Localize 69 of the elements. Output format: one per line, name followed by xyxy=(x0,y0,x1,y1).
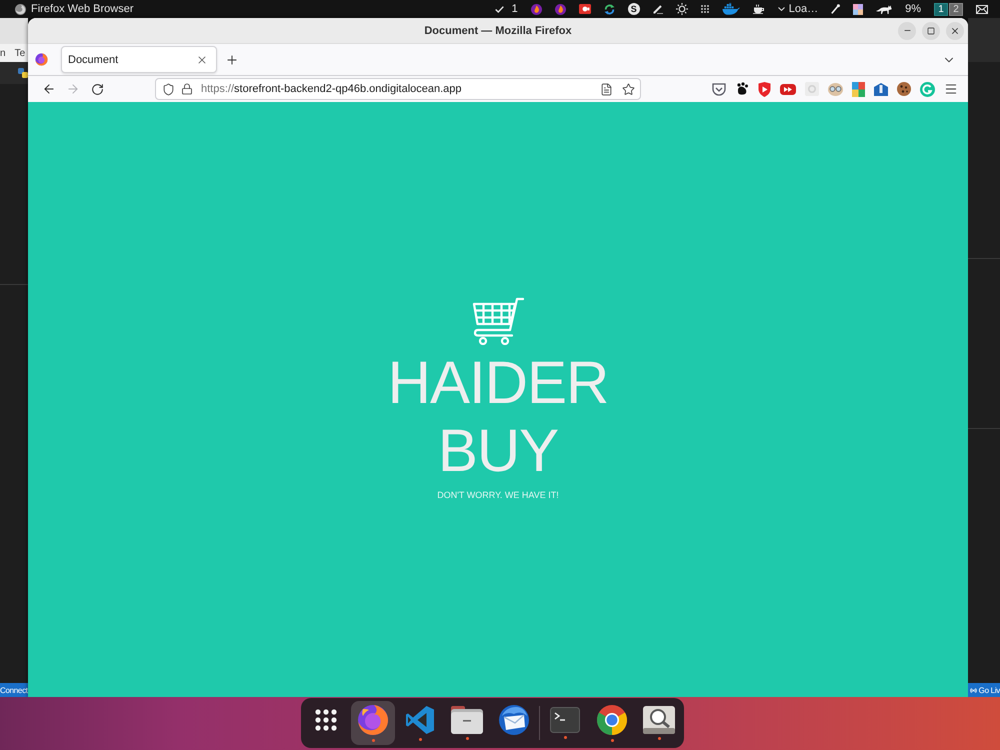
cat-icon[interactable] xyxy=(876,4,892,14)
tagline-text: DON'T WORRY. WE HAVE IT! xyxy=(437,490,559,500)
fast-forward-icon[interactable] xyxy=(780,84,796,94)
status-text[interactable]: Connect xyxy=(0,686,28,694)
close-button[interactable] xyxy=(946,22,964,40)
ring-tile-icon[interactable] xyxy=(805,82,819,96)
app-logo-icon[interactable] xyxy=(15,4,26,14)
folder-icon xyxy=(451,706,483,734)
arrow-left-icon[interactable] xyxy=(42,82,56,96)
flame-circle-icon[interactable] xyxy=(530,4,542,14)
colored-ring-icon xyxy=(596,704,628,736)
url-text: https://storefront-backend2-qp46b.ondigitalocean.app xyxy=(201,83,462,95)
mail-globe-icon xyxy=(498,704,530,736)
star-icon[interactable] xyxy=(622,82,635,96)
rounded-shield-icon[interactable] xyxy=(712,82,726,96)
menu-icon[interactable] xyxy=(944,82,958,96)
window-header xyxy=(968,18,1000,62)
glasses-icon[interactable] xyxy=(828,82,843,96)
status-text[interactable]: Go Liv xyxy=(978,686,1000,694)
video-camera-icon[interactable] xyxy=(578,4,591,14)
paw-icon[interactable] xyxy=(735,82,749,96)
close-icon xyxy=(950,26,960,36)
workspace-button[interactable]: 2 xyxy=(949,2,963,16)
address-bar[interactable]: https://storefront-backend2-qp46b.ondigitalocean.app xyxy=(155,78,641,100)
plus-icon[interactable] xyxy=(225,52,239,66)
brightness-icon[interactable] xyxy=(676,3,688,15)
checkmark-icon[interactable] xyxy=(494,6,504,12)
cookie-icon[interactable] xyxy=(897,82,911,96)
play-shield-icon[interactable] xyxy=(758,82,771,96)
app-name[interactable]: Firefox Web Browser xyxy=(31,3,134,15)
flame-globe-icon xyxy=(357,704,389,736)
app-grid-icon xyxy=(315,709,337,731)
whale-icon[interactable] xyxy=(722,3,740,15)
flame-globe-icon[interactable] xyxy=(35,53,48,66)
magnifier-icon xyxy=(643,706,675,734)
pen-icon[interactable] xyxy=(652,4,663,14)
maximize-button[interactable] xyxy=(922,22,940,40)
broadcast-icon[interactable] xyxy=(970,686,977,694)
percent-reading: 9% xyxy=(905,3,921,15)
menu-item[interactable]: n xyxy=(0,48,6,58)
tray-indicator[interactable]: S xyxy=(628,3,640,15)
eyedropper-icon[interactable] xyxy=(831,4,840,14)
flame-circle-icon[interactable] xyxy=(554,4,566,14)
browser-tab[interactable]: Document xyxy=(61,46,217,73)
document-icon[interactable] xyxy=(600,82,613,96)
shopping-cart-icon xyxy=(472,297,524,345)
teacup-icon[interactable] xyxy=(752,4,765,14)
loading-label[interactable]: Loa… xyxy=(788,3,818,15)
workspace-button[interactable]: 1 xyxy=(934,2,948,16)
caret-icon[interactable] xyxy=(778,7,785,11)
house-icon[interactable] xyxy=(874,82,888,96)
window-title: Document — Mozilla Firefox xyxy=(424,24,572,36)
color-palette-icon[interactable] xyxy=(853,4,864,14)
circular-arrow-icon[interactable] xyxy=(90,82,104,96)
grid-dots-icon[interactable] xyxy=(700,5,709,13)
notification-count: 1 xyxy=(512,3,518,15)
mail-icon[interactable] xyxy=(976,4,988,14)
menu-item[interactable]: Te xyxy=(14,48,26,58)
lock-icon[interactable] xyxy=(181,83,193,95)
store-heading: HAIDER BUY xyxy=(386,349,610,485)
shield-icon[interactable] xyxy=(162,82,175,96)
square-icon xyxy=(927,26,935,34)
terminal-icon xyxy=(550,707,580,733)
dock-app-button[interactable] xyxy=(351,701,395,745)
code-editor-icon xyxy=(405,705,435,735)
close-icon[interactable] xyxy=(196,54,208,66)
color-grid-icon[interactable] xyxy=(852,82,865,96)
file-type-icon xyxy=(18,68,28,78)
sync-arrows-icon[interactable] xyxy=(604,4,615,14)
